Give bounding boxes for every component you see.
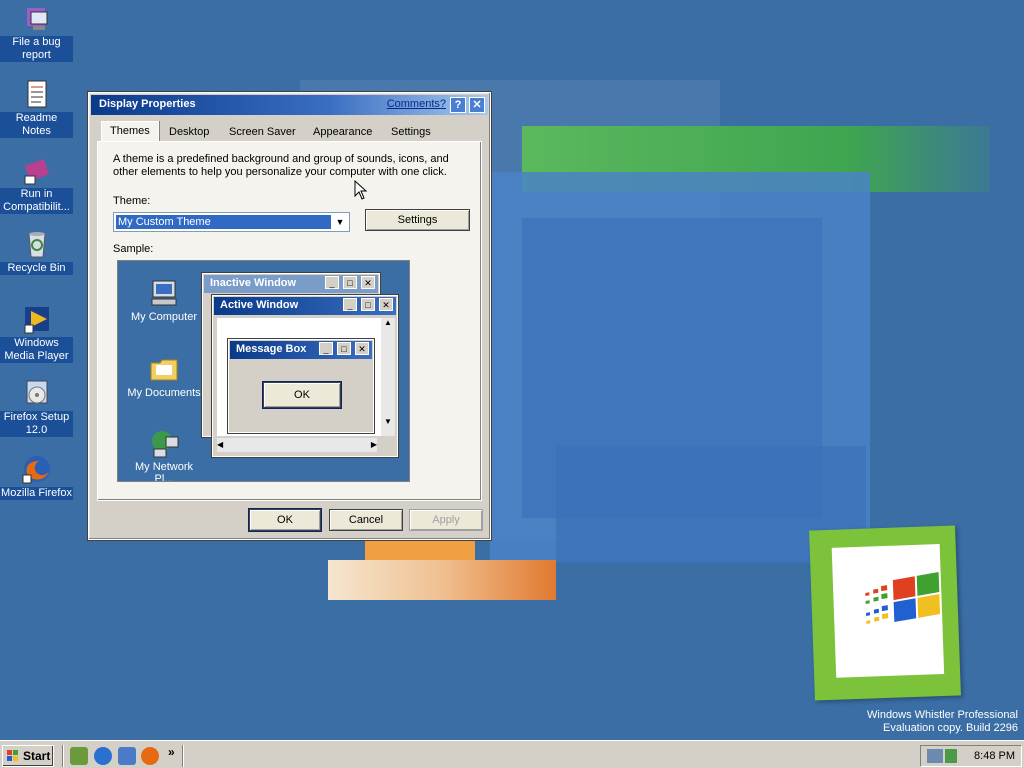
computer-icon	[151, 280, 177, 306]
window-titlebar[interactable]: Display Properties Comments? ? ✕	[91, 95, 488, 115]
sample-icon-my-network: My Network Pl...	[124, 427, 204, 482]
tab-strip: Themes Desktop Screen Saver Appearance S…	[97, 121, 482, 142]
maximize-icon: □	[343, 276, 357, 289]
network-tray-icon[interactable]	[927, 749, 943, 763]
sample-icon-my-documents: My Documents	[124, 353, 204, 399]
desktop-icon-label: Mozilla Firefox	[0, 487, 73, 500]
bug-report-icon	[26, 8, 47, 30]
start-label: Start	[23, 749, 51, 763]
close-icon: ✕	[361, 276, 375, 289]
desktop-icon-label: Windows Media Player	[0, 337, 73, 363]
desktop-icon-label: Firefox Setup 12.0	[0, 411, 73, 437]
window-title: Display Properties	[99, 98, 196, 110]
sample-message-box: Message Box _ □ ✕ OK	[227, 338, 375, 434]
internet-explorer-icon[interactable]	[94, 747, 112, 765]
desktop-icon-label: Readme Notes	[0, 112, 73, 138]
windows-flag-icon	[865, 572, 941, 624]
sample-icon-label: My Network Pl...	[134, 461, 194, 482]
tab-settings[interactable]: Settings	[383, 123, 439, 141]
sample-icon-label: My Documents	[127, 387, 201, 399]
maximize-icon: □	[361, 298, 375, 311]
desktop-icon-media-player[interactable]: Windows Media Player	[0, 303, 73, 363]
show-desktop-icon[interactable]	[70, 747, 88, 765]
sample-label: Sample:	[113, 243, 154, 255]
wallpaper-peach-bar	[328, 560, 556, 600]
maximize-icon: □	[337, 342, 351, 355]
theme-select-value: My Custom Theme	[116, 215, 331, 229]
chevron-down-icon[interactable]: ▼	[333, 215, 347, 229]
desktop-icon-compatibility[interactable]: Run in Compatibilit...	[0, 154, 73, 214]
theme-sample-preview: My Computer My Documents My Network Pl..…	[117, 260, 410, 482]
theme-description: A theme is a predefined background and g…	[113, 153, 449, 178]
desktop-icon-bug-report[interactable]: File a bug report	[0, 2, 73, 62]
close-button[interactable]: ✕	[469, 97, 485, 113]
sample-ok-button: OK	[262, 381, 342, 409]
watermark-line-2: Evaluation copy. Build 2296	[883, 722, 1018, 734]
start-button[interactable]: Start	[2, 745, 54, 767]
quicklaunch-chevron-icon[interactable]: »	[168, 745, 175, 759]
firefox-icon	[22, 456, 50, 484]
desktop-icon-label: Recycle Bin	[0, 262, 73, 275]
help-button[interactable]: ?	[450, 97, 466, 113]
cancel-button[interactable]: Cancel	[329, 509, 403, 531]
clock[interactable]: 8:48 PM	[974, 750, 1015, 762]
comments-link[interactable]: Comments?	[387, 98, 446, 110]
folder-icon	[150, 359, 178, 381]
system-tray: 8:48 PM	[920, 745, 1022, 767]
tab-themes[interactable]: Themes	[101, 121, 159, 142]
compatibility-icon	[24, 159, 49, 185]
windows-logo-icon	[7, 750, 18, 761]
desktop-icon-firefox[interactable]: Mozilla Firefox	[0, 453, 73, 500]
tab-screen-saver[interactable]: Screen Saver	[221, 123, 304, 141]
windows-logo-card	[809, 525, 961, 701]
firefox-quicklaunch-icon[interactable]	[141, 747, 159, 765]
ok-button[interactable]: OK	[248, 508, 322, 532]
display-properties-window: Display Properties Comments? ? ✕ Themes …	[87, 91, 492, 541]
close-icon: ✕	[379, 298, 393, 311]
sample-icon-label: My Computer	[130, 311, 198, 323]
mouse-cursor-icon	[354, 180, 368, 200]
build-watermark: Windows Whistler Professional Evaluation…	[867, 709, 1018, 735]
taskbar: Start » 8:48 PM	[0, 740, 1024, 768]
close-icon: ✕	[355, 342, 369, 355]
notes-icon	[27, 80, 46, 108]
desktop-icon-label: File a bug report	[0, 36, 73, 62]
theme-select[interactable]: My Custom Theme ▼	[113, 212, 350, 232]
apply-button[interactable]: Apply	[409, 509, 483, 531]
watermark-line-1: Windows Whistler Professional	[867, 709, 1018, 721]
installer-icon	[26, 380, 47, 404]
connection-tray-icon[interactable]	[945, 749, 957, 763]
sample-horizontal-scrollbar: ◀ ▶	[217, 438, 377, 452]
desktop-icon-firefox-setup[interactable]: Firefox Setup 12.0	[0, 377, 73, 437]
minimize-icon: _	[319, 342, 333, 355]
desktop-icon-label: Run in Compatibilit...	[0, 188, 73, 214]
minimize-icon: _	[325, 276, 339, 289]
taskbar-separator	[182, 745, 184, 767]
theme-label: Theme:	[113, 195, 151, 207]
minimize-icon: _	[343, 298, 357, 311]
media-player-icon	[24, 307, 49, 334]
sample-icon-my-computer: My Computer	[124, 277, 204, 323]
sample-vertical-scrollbar: ▲ ▼	[381, 318, 395, 436]
desktop-icon-readme[interactable]: Readme Notes	[0, 78, 73, 138]
recycle-bin-icon	[27, 232, 46, 258]
network-icon	[152, 431, 179, 458]
tab-desktop[interactable]: Desktop	[161, 123, 217, 141]
tab-appearance[interactable]: Appearance	[305, 123, 380, 141]
desktop-icon-recycle-bin[interactable]: Recycle Bin	[0, 228, 73, 275]
taskbar-separator	[62, 745, 64, 767]
outlook-express-icon[interactable]	[118, 747, 136, 765]
theme-settings-button[interactable]: Settings	[365, 209, 470, 231]
